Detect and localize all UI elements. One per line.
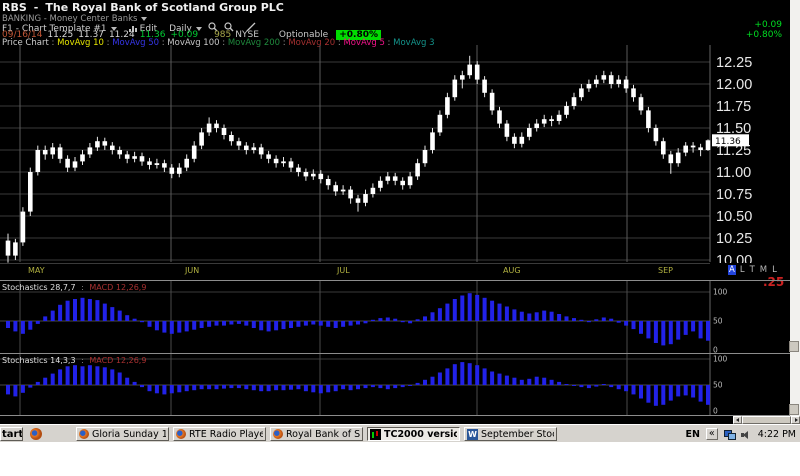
panel1-overlay: MACD 12,26,9	[89, 283, 146, 292]
firefox-icon	[273, 429, 283, 439]
panel1-scroll-thumb[interactable]	[789, 341, 799, 352]
system-tray: EN « 4:22 PM	[685, 427, 796, 441]
scale-letter-m-3[interactable]: M	[759, 265, 768, 275]
firefox-icon	[30, 428, 42, 440]
price-axis-label: 10.25	[716, 231, 752, 247]
taskbar-button-4[interactable]: TC2000 version 7 Gol...	[367, 427, 460, 441]
word-icon: W	[467, 429, 478, 440]
title-dash: -	[34, 1, 39, 14]
scroll-left-button[interactable]	[733, 416, 742, 424]
price-axis-label: 12.00	[716, 77, 752, 93]
scale-letter-a-0[interactable]: A	[728, 265, 736, 275]
desktop-screen: RBS - The Royal Bank of Scotland Group P…	[0, 0, 800, 476]
change-percent: +0.80%	[746, 30, 782, 40]
bottom-strip	[0, 416, 790, 424]
taskbar-button-label: September Stock Mark...	[481, 429, 554, 440]
panel2-scroll-thumb[interactable]	[789, 404, 799, 415]
month-axis: MAY JUN JUL AUG SEP	[0, 263, 790, 280]
chart-bottom-divider	[0, 263, 710, 264]
horizontal-scrollbar[interactable]	[733, 416, 800, 424]
price-axis-label: 11.75	[716, 99, 751, 115]
scroll-right-button[interactable]	[791, 416, 800, 424]
price-chart-canvas[interactable]: 12.2512.0011.7511.5011.2511.0010.7510.50…	[0, 45, 790, 263]
scale-tools: ALTML	[728, 265, 778, 275]
firefox-icon	[176, 429, 186, 439]
taskbar-button-1[interactable]: Gloria Sunday 14 Septe...	[76, 427, 169, 441]
stoch-scale-label: 50	[713, 317, 723, 326]
quicklaunch-firefox[interactable]	[30, 428, 42, 443]
network-icon[interactable]	[724, 430, 735, 439]
panel2-overlay: MACD 12,26,9	[89, 356, 146, 365]
scale-letter-t-2[interactable]: T	[749, 265, 756, 275]
price-axis-label: 10.50	[716, 209, 752, 225]
taskbar-button-2[interactable]: RTE Radio Player - Glor...	[173, 427, 266, 441]
symbol-label: RBS	[2, 1, 27, 14]
price-axis-label: 12.25	[716, 55, 752, 71]
taskbar: tart Gloria Sunday 14 Septe... RTE Radio …	[0, 424, 800, 442]
month-label-aug: AUG	[503, 266, 521, 275]
scroll-thumb[interactable]	[742, 416, 791, 424]
right-scroll-track	[790, 0, 800, 424]
taskbar-button-3[interactable]: Royal Bank of Scotland ...	[270, 427, 363, 441]
tray-expand-button[interactable]: «	[706, 428, 718, 440]
month-label-sep: SEP	[658, 266, 673, 275]
price-axis-label: 11.00	[716, 165, 751, 181]
firefox-icon	[79, 429, 89, 439]
taskbar-button-label: Gloria Sunday 14 Septe...	[92, 429, 166, 440]
change-absolute: +0.09	[746, 20, 782, 30]
start-button[interactable]: tart	[0, 427, 23, 441]
panel1-title: Stochastics 28,7,7	[2, 283, 76, 292]
clock[interactable]: 4:22 PM	[758, 429, 796, 440]
panel2-title: Stochastics 14,3,3	[2, 356, 76, 365]
speaker-icon[interactable]	[741, 430, 750, 439]
price-axis-label: 10.00	[716, 253, 752, 263]
title-row: RBS - The Royal Bank of Scotland Group P…	[2, 1, 284, 14]
stoch-scale-label: 50	[713, 381, 723, 390]
taskbar-button-5[interactable]: WSeptember Stock Mark...	[464, 427, 557, 441]
month-label-may: MAY	[28, 266, 45, 275]
stoch-scale-label: 0	[713, 346, 718, 354]
tc2000-icon	[370, 429, 381, 440]
stoch-scale-label: 100	[713, 288, 728, 297]
panel2-label[interactable]: Stochastics 14,3,3 : MACD 12,26,9	[2, 356, 146, 365]
price-axis-label: 10.75	[716, 187, 752, 203]
tc2000-window: RBS - The Royal Bank of Scotland Group P…	[0, 0, 800, 424]
language-indicator[interactable]: EN	[685, 429, 699, 440]
taskbar-button-label: TC2000 version 7 Gol...	[384, 429, 457, 440]
month-label-jun: JUN	[185, 266, 199, 275]
taskbar-button-label: Royal Bank of Scotland ...	[286, 429, 360, 440]
page-background	[0, 442, 800, 476]
scale-letter-l-1[interactable]: L	[739, 265, 746, 275]
caret-down-icon[interactable]	[141, 17, 147, 21]
change-stack: +0.09 +0.80%	[746, 20, 782, 40]
panel1-label[interactable]: Stochastics 28,7,7 : MACD 12,26,9	[2, 283, 146, 292]
stoch-scale-label: 100	[713, 355, 728, 364]
last-price-badge-text: 11.36	[715, 137, 741, 147]
company-name: The Royal Bank of Scotland Group PLC	[45, 1, 283, 14]
taskbar-button-label: RTE Radio Player - Glor...	[189, 429, 263, 440]
stoch-scale-label: 0	[713, 407, 718, 416]
scale-letter-l-4[interactable]: L	[771, 265, 778, 275]
month-label-jul: JUL	[337, 266, 350, 275]
